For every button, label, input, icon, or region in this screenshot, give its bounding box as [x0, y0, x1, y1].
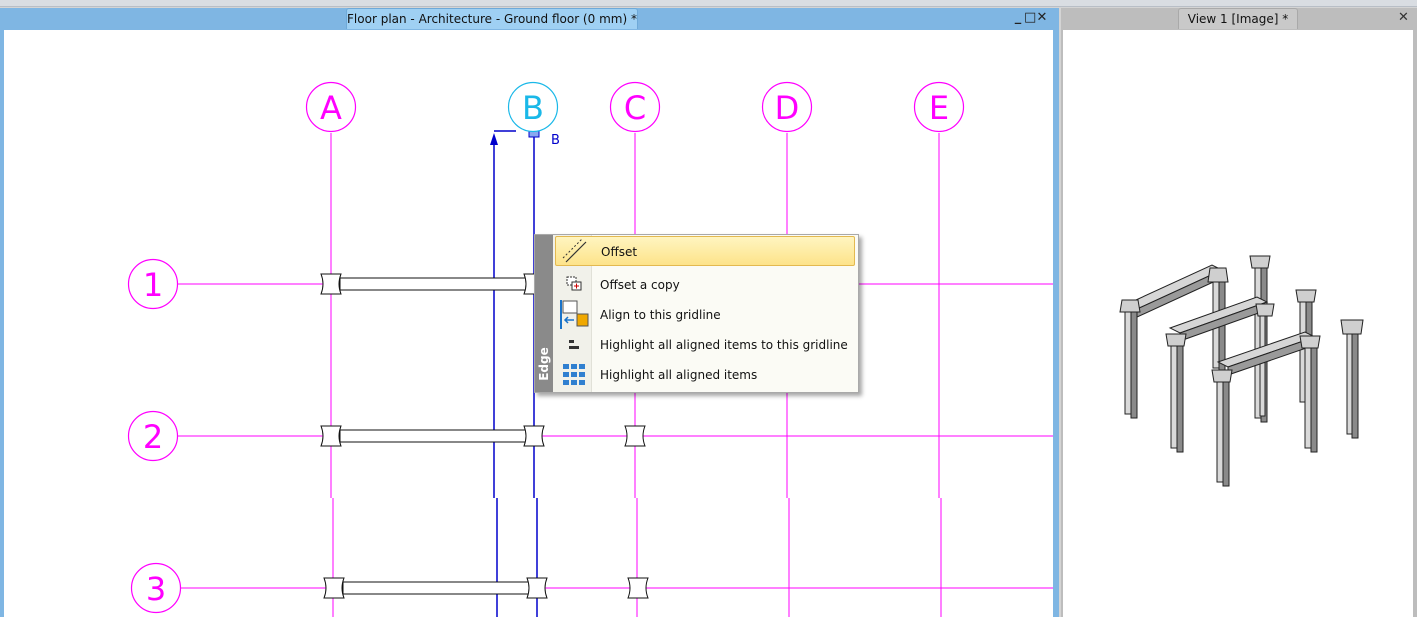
- grid-label-b: B: [522, 89, 544, 127]
- offset-arrow-icon: [490, 133, 498, 145]
- menu-item-offset[interactable]: Offset: [555, 236, 855, 266]
- menu-item-label: Offset: [601, 245, 638, 259]
- close-button[interactable]: ✕: [1036, 10, 1048, 26]
- beam[interactable]: [339, 429, 527, 443]
- 3d-structure-model: [1119, 255, 1364, 487]
- highlight-all-icon: [557, 360, 591, 390]
- grid-label-3: 3: [146, 570, 166, 608]
- top-toolbar-strip: [0, 0, 1417, 7]
- column[interactable]: [627, 577, 649, 599]
- offset-line-icon: [558, 237, 592, 267]
- beam[interactable]: [342, 581, 530, 595]
- grid-label-d: D: [775, 89, 800, 127]
- offset-copy-icon: [557, 270, 591, 300]
- column[interactable]: [624, 425, 646, 447]
- menu-item-label: Align to this gridline: [600, 308, 721, 322]
- column[interactable]: [523, 425, 545, 447]
- tab-floor-plan[interactable]: Floor plan - Architecture - Ground floor…: [346, 8, 638, 29]
- restore-button[interactable]: □: [1024, 10, 1036, 26]
- tab-view-1[interactable]: View 1 [Image] *: [1178, 8, 1298, 29]
- grid-label-c: C: [624, 89, 646, 127]
- window-controls: _ □✕: [1012, 10, 1048, 26]
- view-close-button[interactable]: ✕: [1398, 10, 1409, 25]
- menu-item-highlight-aligned-to-gridline[interactable]: Highlight all aligned items to this grid…: [555, 330, 855, 360]
- grid-label-e: E: [929, 89, 949, 127]
- menu-item-label: Highlight all aligned items to this grid…: [600, 338, 848, 352]
- column[interactable]: [320, 273, 342, 295]
- context-menu: Edge Offset Offset a copy Align to this …: [534, 234, 859, 393]
- grid-label-a: A: [320, 89, 342, 127]
- menu-item-align-to-gridline[interactable]: Align to this gridline: [555, 300, 855, 330]
- grid-label-1: 1: [143, 266, 163, 304]
- minimize-button[interactable]: _: [1012, 10, 1024, 26]
- grid-label-2: 2: [143, 418, 163, 456]
- align-gridline-icon: [557, 300, 591, 330]
- context-menu-side-bar: Edge: [535, 235, 553, 392]
- menu-item-label: Offset a copy: [600, 278, 680, 292]
- column[interactable]: [526, 577, 548, 599]
- beam[interactable]: [339, 277, 527, 291]
- selected-gridline-label: B: [551, 133, 560, 148]
- menu-item-offset-a-copy[interactable]: Offset a copy: [555, 270, 855, 300]
- menu-item-label: Highlight all aligned items: [600, 368, 758, 382]
- context-menu-side-label: Edge: [537, 347, 551, 381]
- floor-plan-canvas[interactable]: B A B C D E 1 2 3: [4, 30, 1053, 617]
- highlight-aligned-gridline-icon: [557, 330, 591, 360]
- 3d-view-canvas[interactable]: [1063, 30, 1413, 617]
- column[interactable]: [320, 425, 342, 447]
- column[interactable]: [323, 577, 345, 599]
- menu-item-highlight-all-aligned[interactable]: Highlight all aligned items: [555, 360, 855, 390]
